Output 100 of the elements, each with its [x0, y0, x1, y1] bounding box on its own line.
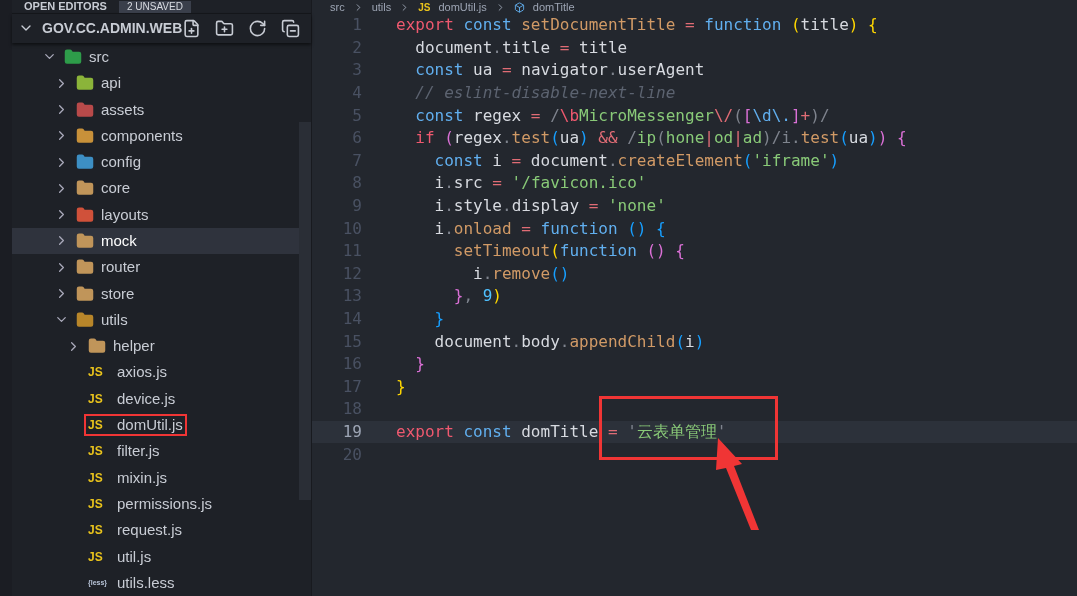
code-token: appendChild	[569, 330, 676, 353]
js-file-icon: JS	[88, 521, 110, 540]
js-file-icon: JS	[88, 494, 110, 513]
tree-item[interactable]: JS permissions.js	[12, 490, 299, 518]
code-token: (	[443, 127, 454, 150]
code-token: createElement	[617, 149, 743, 172]
tree-item[interactable]: config	[12, 148, 299, 176]
code-token: (	[675, 330, 685, 353]
tree-item[interactable]: router	[12, 254, 299, 281]
line-number: 19	[341, 421, 362, 443]
project-title[interactable]: GOV.CC.ADMIN.WEB	[42, 17, 183, 39]
tree-item[interactable]: helper	[12, 333, 299, 360]
file-name: util.js	[117, 547, 152, 566]
tree-item[interactable]: JS mixin.js	[12, 464, 299, 491]
tree-item[interactable]: mock	[12, 227, 299, 255]
code-token: )	[694, 330, 705, 353]
code-token: '	[716, 421, 727, 443]
js-file-icon: JS	[418, 0, 431, 14]
code-token: body	[521, 330, 560, 353]
collapse-all-icon[interactable]	[281, 18, 301, 38]
code-token: /	[626, 127, 637, 150]
breadcrumb-item[interactable]: src	[330, 0, 345, 14]
code-token: ()	[645, 240, 666, 263]
code-token: ()	[626, 217, 647, 240]
code-token: i	[433, 195, 445, 218]
code-token: document	[529, 149, 608, 172]
code-token: i	[433, 172, 445, 195]
code-token: )/i.	[762, 127, 801, 150]
code-token: 云表单管理	[636, 421, 717, 443]
code-token: )	[868, 127, 878, 150]
file-name: request.js	[117, 521, 183, 540]
file-name: domUtil.js	[117, 416, 183, 435]
code-token: =	[500, 59, 512, 82]
tree-item[interactable]: store	[12, 280, 299, 307]
tree-item[interactable]: components	[12, 122, 299, 149]
code-token: 9	[481, 285, 493, 308]
code-token: (	[550, 127, 560, 150]
code-token: title	[578, 36, 628, 59]
code-token: const	[414, 59, 464, 82]
tree-item[interactable]: JS device.js	[12, 385, 299, 412]
js-file-icon: JS	[88, 468, 110, 487]
code-token: function	[539, 217, 618, 240]
code-token: ua	[559, 127, 580, 150]
tree-item[interactable]: core	[12, 175, 299, 202]
tree-item[interactable]: src	[12, 43, 299, 71]
code-token: {	[867, 14, 878, 37]
tree-item[interactable]: assets	[12, 96, 299, 123]
refresh-icon[interactable]	[248, 18, 268, 38]
code-token: .	[607, 59, 618, 82]
file-name: src	[89, 47, 109, 66]
code-token: .	[444, 172, 454, 195]
file-name: mock	[101, 232, 137, 250]
code-token: ,	[463, 285, 474, 308]
new-file-icon[interactable]	[182, 18, 202, 38]
code-token: =	[491, 172, 502, 195]
code-token: }	[452, 285, 464, 308]
tree-item[interactable]: api	[12, 70, 299, 97]
code-token: function	[559, 240, 637, 263]
code-token: ]	[790, 104, 801, 127]
tree-item[interactable]: JS util.js	[12, 543, 299, 570]
breadcrumb-item[interactable]: domTitle	[532, 0, 575, 14]
code-token: document	[433, 330, 512, 353]
js-file-icon: JS	[88, 363, 110, 382]
code-token: .	[444, 195, 454, 218]
code-token: .	[511, 330, 522, 353]
code-token: =	[684, 14, 695, 37]
code-token: MicroMessenger	[579, 104, 714, 127]
code-token: \b	[559, 104, 580, 127]
js-file-icon: JS	[88, 547, 110, 566]
new-folder-icon[interactable]	[215, 18, 235, 38]
code-token: title	[501, 36, 551, 59]
code-token: 'iframe'	[752, 149, 830, 172]
code-token: display	[511, 195, 580, 218]
code-token: 'none'	[606, 195, 666, 218]
file-name: config	[101, 153, 142, 172]
file-name: layouts	[101, 205, 149, 224]
scrollbar[interactable]	[299, 121, 311, 500]
code-token: title	[800, 14, 849, 37]
code-token: ()	[550, 262, 570, 285]
code-token: }	[414, 353, 425, 376]
code-token: |	[733, 127, 743, 150]
code-token: src	[453, 172, 483, 195]
code-token: =	[529, 104, 541, 127]
code-token: test	[511, 127, 551, 150]
code-token: ua	[848, 127, 869, 150]
code-token: const	[462, 14, 512, 37]
tree-item[interactable]: JS domUtil.js	[12, 411, 299, 439]
tree-item[interactable]: layouts	[12, 201, 299, 228]
tree-item[interactable]: JS request.js	[12, 517, 299, 544]
code-token: &&	[597, 127, 618, 150]
code-token: function	[703, 14, 782, 37]
tree-item[interactable]: JS filter.js	[12, 438, 299, 465]
js-file-icon: JS	[88, 442, 110, 461]
code-token: }	[396, 375, 406, 398]
tree-item[interactable]: utils	[12, 306, 299, 334]
section-title[interactable]: OPEN EDITORS	[24, 0, 107, 13]
code-token: if	[414, 127, 435, 150]
breadcrumb-item[interactable]: domUtil.js	[438, 0, 487, 14]
tree-item[interactable]: JS axios.js	[12, 359, 299, 386]
breadcrumb-item[interactable]: utils	[371, 0, 392, 14]
